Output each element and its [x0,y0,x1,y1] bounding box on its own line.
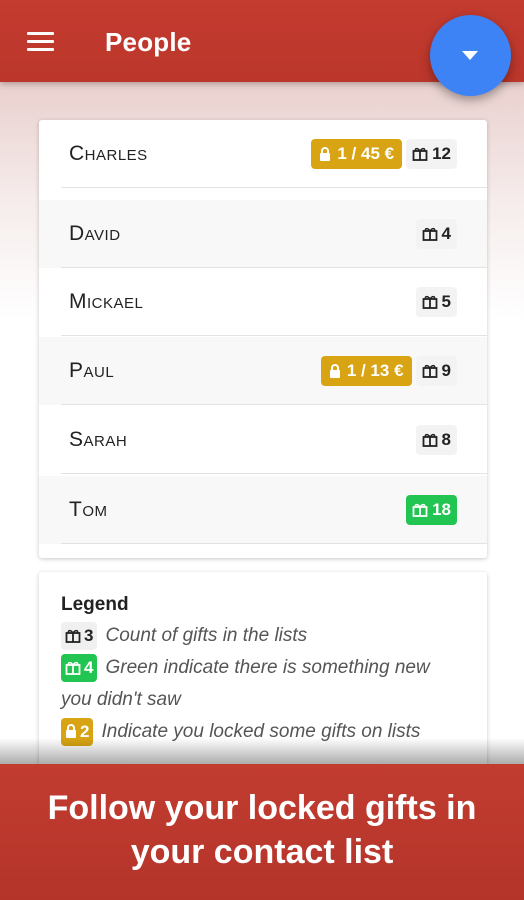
promo-banner: Follow your locked gifts in your contact… [0,764,524,900]
page-title: People [105,27,192,57]
menu-icon[interactable] [27,32,54,52]
footer-shadow [0,738,524,766]
gift-icon [422,364,438,378]
person-row-tom[interactable]: Tom 18 [39,476,487,544]
row-divider [61,187,487,188]
gift-icon [412,147,428,161]
promo-line-1: Follow your locked gifts in [47,789,477,827]
person-row-sarah[interactable]: Sarah 8 [39,406,487,474]
gift-icon [412,503,428,517]
legend-item: 3 Count of gifts in the lists [61,620,465,652]
person-name: Sarah [69,428,128,451]
row-divider [61,335,487,336]
person-row-mickael[interactable]: Mickael 5 [39,268,487,336]
people-list: Charles 1 / 45 € 12 David 4 Mickael 5 Pa… [39,120,487,558]
gift-icon [422,295,438,309]
legend-item: 4 Green indicate there is something new … [61,652,465,716]
locked-badge: 1 / 45 € [311,139,403,169]
gift-count-badge: 5 [415,287,457,317]
promo-line-2: your contact list [130,833,394,871]
row-divider [61,404,487,405]
row-divider [61,473,487,474]
legend-title: Legend [61,594,129,615]
locked-badge: 1 / 13 € [320,356,412,386]
gift-count-badge-new: 4 [61,653,98,682]
gift-count-badge: 3 [61,621,98,650]
gift-count-badge: 8 [415,425,457,455]
gift-icon [422,227,438,241]
lock-icon [329,363,341,379]
gift-count-badge: 9 [415,356,457,386]
lock-icon [319,146,331,162]
person-row-charles[interactable]: Charles 1 / 45 € 12 [39,120,487,188]
person-name: Paul [69,359,115,382]
person-name: Mickael [69,290,144,313]
person-row-david[interactable]: David 4 [39,200,487,268]
person-name: David [69,222,121,245]
person-name: Charles [69,142,148,165]
gift-icon [65,629,81,643]
dropdown-arrow-icon [462,51,478,60]
row-divider [61,543,487,544]
gift-count-badge: 12 [406,139,457,169]
person-row-paul[interactable]: Paul 1 / 13 € 9 [39,337,487,405]
gift-icon [65,661,81,675]
gift-count-badge: 4 [415,219,457,249]
person-name: Tom [69,498,108,521]
gift-count-badge-new: 18 [406,495,457,525]
gift-icon [422,433,438,447]
dropdown-fab-button[interactable] [430,15,511,96]
